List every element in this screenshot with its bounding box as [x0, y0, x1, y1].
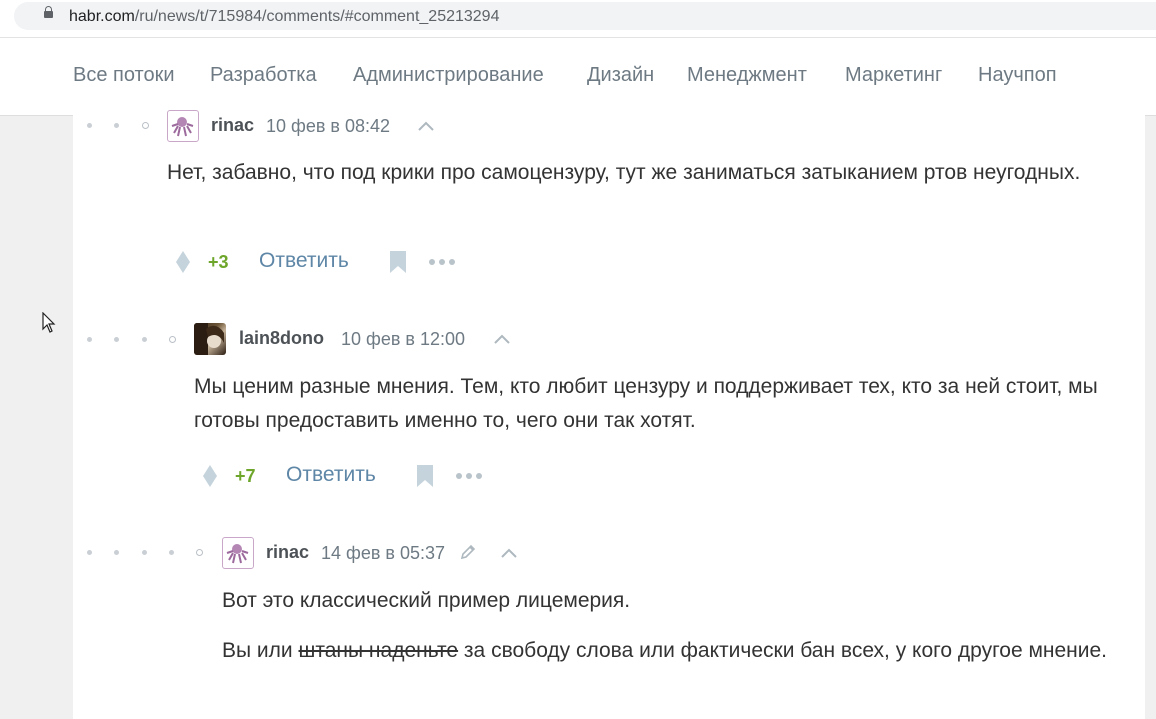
comment-date[interactable]: 14 фев в 05:37 [321, 543, 445, 564]
comment-body: Мы ценим разные мнения. Тем, кто любит ц… [194, 375, 1098, 432]
comment-text: за свободу слова или фактически бан всех… [458, 639, 1108, 662]
comment-body-paragraph: Вы или штаны наденьте за свободу слова и… [222, 634, 1122, 668]
comment-date[interactable]: 10 фев в 08:42 [266, 116, 390, 137]
chevron-up-icon[interactable] [417, 120, 435, 132]
address-field[interactable]: habr.com/ru/news/t/715984/comments/#comm… [14, 2, 1156, 30]
comment-score: +3 [208, 252, 229, 272]
comment-text: Вы или [222, 639, 299, 662]
diamond-vote-icon[interactable] [202, 464, 218, 488]
nav-item-design[interactable]: Дизайн [587, 64, 654, 87]
avatar[interactable] [222, 537, 254, 569]
thread-level-ring[interactable] [196, 549, 203, 556]
chevron-up-icon[interactable] [500, 547, 518, 559]
reply-button[interactable]: Ответить [286, 463, 376, 487]
thread-level-ring[interactable] [142, 122, 149, 129]
thread-level-dot [87, 337, 92, 342]
comment-date[interactable]: 10 фев в 12:00 [341, 329, 465, 350]
thread-level-ring[interactable] [169, 336, 176, 343]
comment-author[interactable]: rinac [266, 542, 309, 563]
browser-url-bar: habr.com/ru/news/t/715984/comments/#comm… [0, 0, 1156, 38]
bookmark-icon[interactable] [416, 464, 434, 488]
mouse-cursor-icon [42, 312, 56, 333]
diamond-vote-icon[interactable] [175, 250, 191, 274]
nav-item-marketing[interactable]: Маркетинг [845, 64, 942, 87]
thread-level-dot [114, 337, 119, 342]
comment-body: Вот это классический пример лицемерия. [222, 589, 631, 612]
thread-level-dot [87, 550, 92, 555]
thread-level-dot [142, 550, 147, 555]
thread-level-dot [114, 123, 119, 128]
bookmark-icon[interactable] [389, 250, 407, 274]
more-dots-icon[interactable] [428, 258, 456, 266]
more-dots-icon[interactable] [455, 472, 483, 480]
pencil-icon[interactable] [459, 543, 477, 561]
nav-item-popsci[interactable]: Научпоп [978, 64, 1057, 87]
thread-level-dot [142, 337, 147, 342]
avatar[interactable] [194, 323, 226, 355]
strikethrough-text: штаны наденьте [298, 639, 459, 662]
user-photo-icon [194, 323, 224, 355]
thread-level-dot [87, 123, 92, 128]
hubs-navigation: Все потоки Разработка Администрирование … [0, 38, 1156, 116]
nav-item-all-flows[interactable]: Все потоки [73, 64, 175, 87]
octopus-avatar-icon [171, 117, 194, 137]
lock-icon[interactable] [44, 6, 53, 18]
comment-author[interactable]: rinac [211, 115, 254, 136]
chevron-up-icon[interactable] [493, 333, 511, 345]
comment-score: +7 [235, 466, 256, 486]
nav-item-management[interactable]: Менеджмент [687, 64, 807, 87]
nav-item-administration[interactable]: Администрирование [353, 64, 544, 87]
comment-body: Нет, забавно, что под крики про самоценз… [167, 161, 1081, 184]
thread-level-dot [169, 550, 174, 555]
reply-button[interactable]: Ответить [259, 249, 349, 273]
comment-author[interactable]: lain8dono [239, 328, 324, 349]
url-text[interactable]: habr.com/ru/news/t/715984/comments/#comm… [69, 8, 499, 26]
nav-item-development[interactable]: Разработка [210, 64, 317, 87]
thread-level-dot [114, 550, 119, 555]
avatar[interactable] [167, 110, 199, 142]
octopus-avatar-icon [226, 544, 249, 564]
